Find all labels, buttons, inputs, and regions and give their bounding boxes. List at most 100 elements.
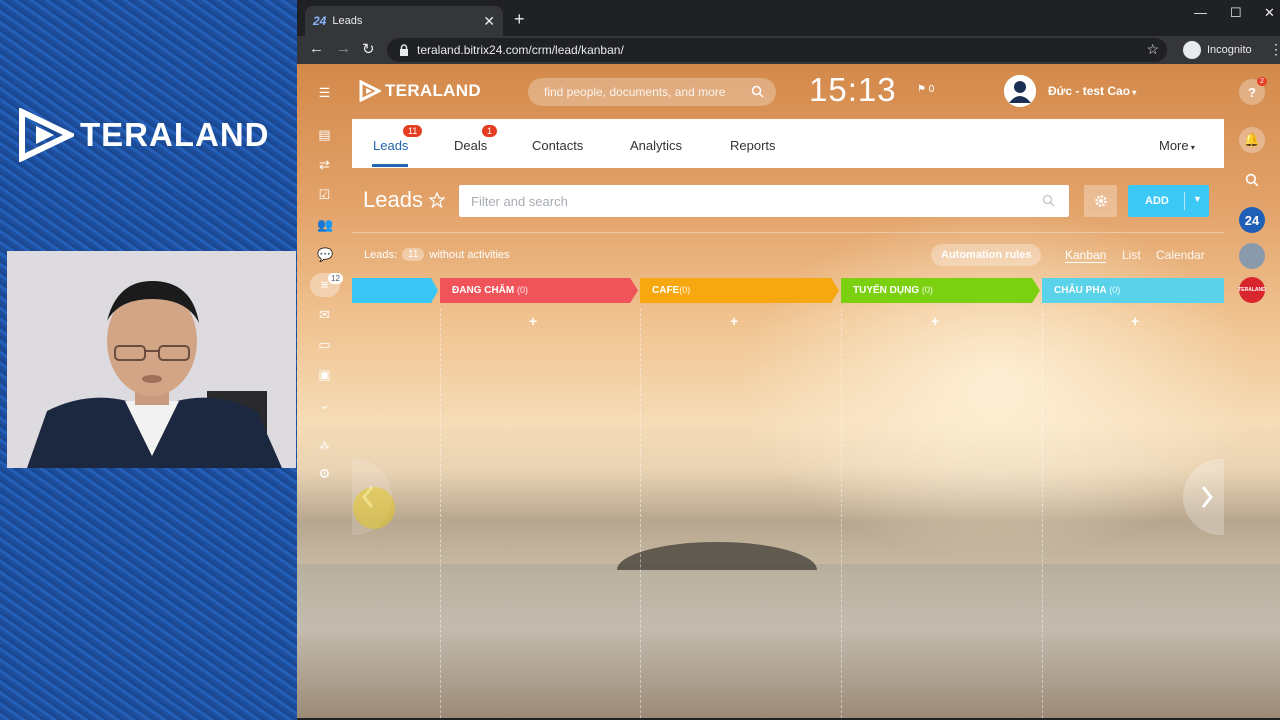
bitrix24-page: ☰ ▤ ⇄ ☑ 👥 💬 ≡ 12 ✉ ▭ ▣ ⌄ ⁂ ⚙ TERALAND fi… bbox=[297, 64, 1280, 718]
teraland-chat-avatar[interactable]: TERALAND bbox=[1238, 277, 1266, 303]
stage-name: TUYỂN DỤNG bbox=[853, 285, 920, 296]
global-search-input[interactable]: find people, documents, and more bbox=[528, 78, 776, 106]
chevron-right-icon bbox=[1201, 486, 1213, 508]
add-lead-icon[interactable]: + bbox=[529, 313, 537, 329]
tab-leads[interactable]: Leads bbox=[373, 138, 408, 153]
feed-icon[interactable]: ▤ bbox=[317, 128, 332, 142]
back-icon[interactable]: ← bbox=[309, 40, 324, 57]
search-icon[interactable] bbox=[1239, 167, 1265, 193]
stage-count: (0) bbox=[1109, 285, 1121, 295]
teraland-logo: TERALAND bbox=[18, 108, 269, 162]
chevron-down-icon: ▾ bbox=[1130, 88, 1137, 97]
stage-header-cafe[interactable]: CAFE(0) bbox=[640, 278, 839, 303]
webcam-video bbox=[7, 251, 296, 468]
stage-header-chau-pha[interactable]: CHÂU PHA (0) bbox=[1042, 278, 1224, 303]
branding-panel: TERALAND bbox=[0, 0, 297, 720]
stage-header-tuyen-dung[interactable]: TUYỂN DỤNG (0) bbox=[841, 278, 1040, 303]
user-name: Đức - test Cao bbox=[1048, 84, 1131, 98]
teraland-logo-mark-icon bbox=[359, 80, 381, 102]
maximize-window-icon[interactable]: ☐ bbox=[1230, 5, 1242, 21]
view-kanban[interactable]: Kanban bbox=[1065, 248, 1107, 263]
lock-icon bbox=[400, 44, 408, 56]
user-avatar[interactable] bbox=[1004, 75, 1036, 107]
contact-card-icon[interactable]: ▣ bbox=[317, 368, 332, 382]
stage-header-dang-cham[interactable]: ĐANG CHĂM (0) bbox=[440, 278, 638, 303]
crm-tabs: Leads 11 Deals 1 Contacts Analytics Repo… bbox=[352, 119, 1224, 168]
favorite-star-icon[interactable] bbox=[429, 192, 445, 208]
chat-icon[interactable]: 💬 bbox=[317, 248, 333, 262]
users-icon[interactable]: 👥 bbox=[317, 218, 333, 232]
counter-badge[interactable]: 11 bbox=[402, 248, 425, 261]
search-icon[interactable] bbox=[751, 85, 764, 98]
flag-count-value: 0 bbox=[928, 84, 935, 95]
presenter-video-frame bbox=[7, 251, 296, 468]
add-button-divider bbox=[1184, 192, 1185, 210]
browser-menu-icon[interactable]: ⋮ bbox=[1269, 41, 1280, 58]
chevron-down-icon[interactable]: ▼ bbox=[1193, 194, 1202, 204]
contact-avatar[interactable] bbox=[1239, 243, 1265, 269]
stage-name: CHÂU PHA bbox=[1054, 285, 1107, 296]
cursor-highlight bbox=[353, 487, 395, 529]
scroll-right-button[interactable] bbox=[1183, 459, 1224, 535]
gear-icon[interactable]: ⚙ bbox=[317, 467, 332, 481]
tab-contacts[interactable]: Contacts bbox=[532, 138, 583, 153]
check-icon[interactable]: ☑ bbox=[317, 188, 332, 202]
tab-reports[interactable]: Reports bbox=[730, 138, 776, 153]
flag-counter[interactable]: ⚑ 0 bbox=[917, 84, 934, 95]
chevron-down-circle-icon[interactable]: ⌄ bbox=[317, 398, 332, 412]
help-badge: 2 bbox=[1257, 77, 1267, 86]
address-bar: ← → ↻ teraland.bitrix24.com/crm/lead/kan… bbox=[297, 36, 1280, 64]
bell-icon[interactable]: 🔔 bbox=[1239, 127, 1265, 153]
filter-search-input[interactable]: Filter and search bbox=[459, 185, 1069, 217]
user-menu[interactable]: Đức - test Cao ▾ bbox=[1048, 84, 1136, 98]
stage-count: (0) bbox=[679, 285, 691, 295]
counter-prefix: Leads: bbox=[364, 248, 398, 261]
global-search-placeholder: find people, documents, and more bbox=[544, 85, 726, 99]
forward-icon[interactable]: → bbox=[336, 40, 351, 57]
mail-icon[interactable]: ✉ bbox=[317, 308, 332, 322]
page-title: Leads bbox=[363, 187, 423, 212]
clock[interactable]: 15:13 bbox=[809, 71, 897, 109]
bitrix24-icon[interactable]: 24 bbox=[1239, 207, 1265, 233]
bookmark-star-icon[interactable]: ☆ bbox=[1146, 41, 1159, 58]
add-lead-icon[interactable]: + bbox=[931, 313, 939, 329]
browser-tab-title: Leads bbox=[332, 15, 363, 27]
tab-analytics[interactable]: Analytics bbox=[630, 138, 682, 153]
brand-logo[interactable]: TERALAND bbox=[359, 80, 481, 102]
deals-badge: 1 bbox=[482, 125, 498, 137]
url-input[interactable]: teraland.bitrix24.com/crm/lead/kanban/ ☆ bbox=[387, 38, 1167, 62]
close-window-icon[interactable]: ✕ bbox=[1264, 5, 1275, 21]
view-list[interactable]: List bbox=[1122, 248, 1141, 262]
sitemap-icon[interactable]: ⁂ bbox=[317, 440, 332, 454]
tasks-icon[interactable]: ⇄ bbox=[317, 158, 332, 172]
view-calendar[interactable]: Calendar bbox=[1156, 248, 1205, 262]
column-divider bbox=[640, 308, 641, 718]
browser-tab-leads[interactable]: 24 Leads ✕ bbox=[305, 6, 503, 36]
incognito-indicator[interactable]: Incognito bbox=[1183, 41, 1252, 59]
tab-more[interactable]: More ▾ bbox=[1159, 138, 1195, 153]
bitrix24-favicon-icon: 24 bbox=[313, 14, 327, 28]
stage-header-new[interactable] bbox=[352, 278, 438, 303]
toolbar-divider bbox=[352, 232, 1224, 233]
settings-button[interactable] bbox=[1084, 185, 1117, 217]
add-button[interactable]: ADD ▼ bbox=[1128, 185, 1209, 217]
automation-rules-button[interactable]: Automation rules bbox=[931, 244, 1042, 266]
counter-suffix[interactable]: without activities bbox=[429, 249, 509, 261]
tab-more-label: More bbox=[1159, 138, 1189, 153]
new-tab-icon[interactable]: + bbox=[514, 9, 525, 30]
add-lead-icon[interactable]: + bbox=[730, 313, 738, 329]
column-divider bbox=[1042, 308, 1043, 718]
drive-icon[interactable]: ▭ bbox=[317, 338, 332, 352]
gear-icon bbox=[1094, 195, 1107, 207]
user-silhouette-icon bbox=[1004, 75, 1036, 107]
close-tab-icon[interactable]: ✕ bbox=[483, 13, 495, 30]
incognito-label: Incognito bbox=[1207, 44, 1252, 56]
filter-placeholder: Filter and search bbox=[471, 193, 568, 209]
tab-deals[interactable]: Deals bbox=[454, 138, 487, 153]
search-icon[interactable] bbox=[1042, 194, 1055, 207]
reload-icon[interactable]: ↻ bbox=[362, 40, 375, 58]
minimize-window-icon[interactable]: — bbox=[1194, 5, 1207, 20]
flag-icon: ⚑ bbox=[917, 84, 929, 95]
add-lead-icon[interactable]: + bbox=[1131, 313, 1139, 329]
menu-icon[interactable]: ☰ bbox=[317, 86, 332, 100]
